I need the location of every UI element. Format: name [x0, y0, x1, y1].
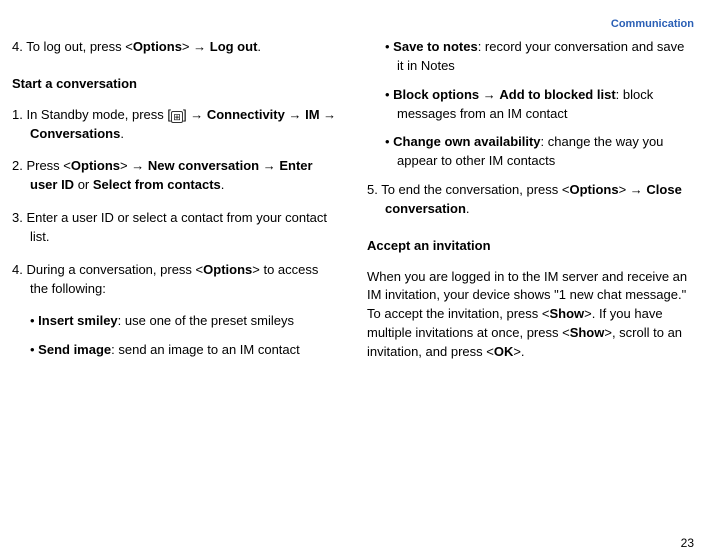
options-label: Options — [71, 158, 120, 173]
logout-step: 4. To log out, press <Options> → Log out… — [12, 38, 339, 57]
start-conversation-heading: Start a conversation — [12, 75, 339, 94]
text: : use one of the preset smileys — [118, 313, 294, 328]
accept-invitation-heading: Accept an invitation — [367, 237, 694, 256]
text: : send an image to an IM contact — [111, 342, 300, 357]
bullet-dot: • — [385, 134, 393, 149]
text: 1. In Standby mode, press [ — [12, 107, 171, 122]
step-1: 1. In Standby mode, press [⊞] → Connecti… — [12, 106, 339, 144]
im-label: IM — [305, 107, 319, 122]
show-label: Show — [549, 306, 584, 321]
page-number: 23 — [681, 536, 694, 550]
text: 4. To log out, press < — [12, 39, 133, 54]
text: . — [257, 39, 261, 54]
text: > → — [182, 39, 210, 54]
bullet-block-options: • Block options → Add to blocked list: b… — [385, 86, 694, 124]
connectivity-label: Connectivity — [207, 107, 285, 122]
text: ] → — [183, 107, 207, 122]
step-3: 3. Enter a user ID or select a contact f… — [12, 209, 339, 247]
left-column: 4. To log out, press <Options> → Log out… — [12, 38, 339, 374]
text: → — [479, 87, 499, 102]
block-options-label: Block options — [393, 87, 479, 102]
right-column: • Save to notes: record your conversatio… — [367, 38, 694, 374]
text: >. — [513, 344, 524, 359]
add-to-blocked-list-label: Add to blocked list — [499, 87, 615, 102]
text: 2. Press < — [12, 158, 71, 173]
options-label: Options — [133, 39, 182, 54]
step-2: 2. Press <Options> → New conversation → … — [12, 157, 339, 195]
options-label: Options — [569, 182, 618, 197]
text: 5. To end the conversation, press < — [367, 182, 569, 197]
options-label: Options — [203, 262, 252, 277]
text: → — [320, 107, 337, 122]
manual-page: Communication 4. To log out, press <Opti… — [0, 0, 724, 560]
save-to-notes-label: Save to notes — [393, 39, 478, 54]
bullet-dot: • — [385, 87, 393, 102]
show-label: Show — [570, 325, 605, 340]
bullet-dot: • — [30, 342, 38, 357]
accept-invitation-paragraph: When you are logged in to the IM server … — [367, 268, 694, 362]
section-header: Communication — [12, 18, 694, 30]
text: 4. During a conversation, press < — [12, 262, 203, 277]
step-4: 4. During a conversation, press <Options… — [12, 261, 339, 299]
logout-label: Log out — [210, 39, 258, 54]
text: . — [221, 177, 225, 192]
change-availability-label: Change own availability — [393, 134, 540, 149]
text: or — [74, 177, 93, 192]
select-from-contacts-label: Select from contacts — [93, 177, 221, 192]
text: → — [285, 107, 305, 122]
bullet-dot: • — [30, 313, 38, 328]
menu-key-icon: ⊞ — [171, 111, 183, 123]
bullet-save-to-notes: • Save to notes: record your conversatio… — [385, 38, 694, 76]
insert-smiley-label: Insert smiley — [38, 313, 118, 328]
new-conversation-label: New conversation — [148, 158, 259, 173]
text: → — [259, 158, 279, 173]
send-image-label: Send image — [38, 342, 111, 357]
text: > → — [120, 158, 148, 173]
bullet-send-image: • Send image: send an image to an IM con… — [30, 341, 339, 360]
ok-label: OK — [494, 344, 514, 359]
conversations-label: Conversations — [30, 126, 120, 141]
text: . — [120, 126, 124, 141]
step-5: 5. To end the conversation, press <Optio… — [367, 181, 694, 219]
text: . — [466, 201, 470, 216]
content-columns: 4. To log out, press <Options> → Log out… — [12, 38, 694, 374]
bullet-dot: • — [385, 39, 393, 54]
text: > → — [619, 182, 647, 197]
bullet-insert-smiley: • Insert smiley: use one of the preset s… — [30, 312, 339, 331]
bullet-change-availability: • Change own availability: change the wa… — [385, 133, 694, 171]
